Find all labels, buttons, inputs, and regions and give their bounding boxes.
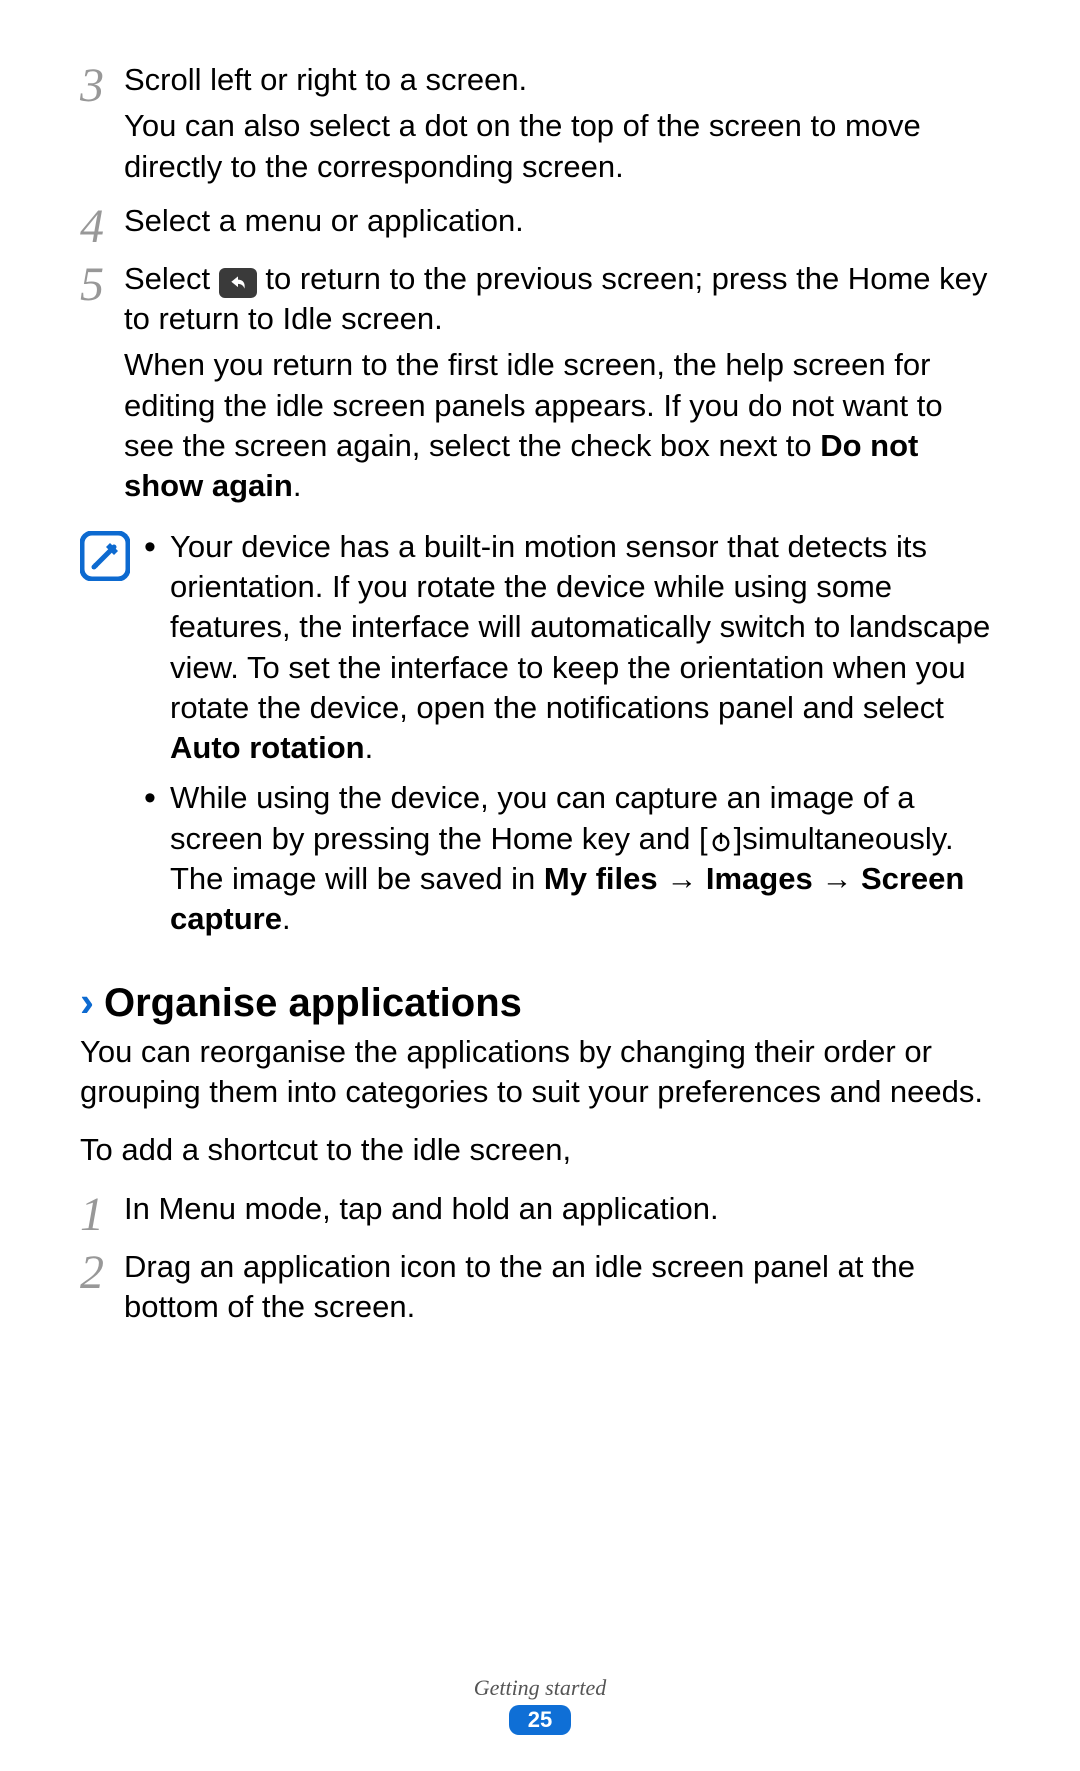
- chevron-icon: ›: [80, 978, 94, 1026]
- step-1b: 1 In Menu mode, tap and hold an applicat…: [80, 1189, 1000, 1239]
- step-text: When you return to the first idle screen…: [124, 345, 1000, 506]
- page-content: 3 Scroll left or right to a screen. You …: [0, 0, 1080, 1333]
- step-number: 4: [80, 201, 124, 251]
- section-header: › Organise applications: [80, 978, 1000, 1026]
- text-fragment: Your device has a built-in motion sensor…: [170, 529, 990, 725]
- step-number: 5: [80, 259, 124, 309]
- text-fragment: .: [293, 468, 302, 503]
- step-body: Select to return to the previous screen;…: [124, 259, 1000, 513]
- step-5: 5 Select to return to the previous scree…: [80, 259, 1000, 513]
- note-item: While using the device, you can capture …: [144, 778, 1000, 939]
- page-footer: Getting started 25: [0, 1675, 1080, 1735]
- step-text: Select to return to the previous screen;…: [124, 259, 1000, 340]
- bold-text: My files: [544, 861, 658, 896]
- step-3: 3 Scroll left or right to a screen. You …: [80, 60, 1000, 193]
- note-block: Your device has a built-in motion sensor…: [80, 527, 1000, 950]
- step-4: 4 Select a menu or application.: [80, 201, 1000, 251]
- footer-section-label: Getting started: [0, 1675, 1080, 1701]
- power-icon: [708, 829, 734, 855]
- arrow-icon: →: [813, 861, 861, 896]
- step-text: In Menu mode, tap and hold an applicatio…: [124, 1189, 1000, 1229]
- step-body: In Menu mode, tap and hold an applicatio…: [124, 1189, 1000, 1235]
- back-icon: [219, 268, 257, 298]
- arrow-icon: →: [658, 861, 706, 896]
- text-fragment: .: [282, 901, 291, 936]
- step-body: Drag an application icon to the an idle …: [124, 1247, 1000, 1334]
- text-fragment: .: [365, 730, 374, 765]
- text-fragment: Select: [124, 261, 219, 296]
- section-title: Organise applications: [104, 981, 522, 1026]
- step-text: Scroll left or right to a screen.: [124, 60, 1000, 100]
- step-text: Select a menu or application.: [124, 201, 1000, 241]
- step-body: Select a menu or application.: [124, 201, 1000, 247]
- step-number: 1: [80, 1189, 124, 1239]
- note-item: Your device has a built-in motion sensor…: [144, 527, 1000, 769]
- section-intro: You can reorganise the applications by c…: [80, 1032, 1000, 1113]
- bold-text: Images: [706, 861, 813, 896]
- step-text: You can also select a dot on the top of …: [124, 106, 1000, 187]
- page-number-badge: 25: [509, 1705, 571, 1735]
- section-lead: To add a shortcut to the idle screen,: [80, 1130, 1000, 1170]
- note-list: Your device has a built-in motion sensor…: [144, 527, 1000, 950]
- step-body: Scroll left or right to a screen. You ca…: [124, 60, 1000, 193]
- bold-text: Auto rotation: [170, 730, 365, 765]
- note-icon: [80, 531, 130, 581]
- step-number: 3: [80, 60, 124, 110]
- step-text: Drag an application icon to the an idle …: [124, 1247, 1000, 1328]
- step-2b: 2 Drag an application icon to the an idl…: [80, 1247, 1000, 1334]
- step-number: 2: [80, 1247, 124, 1297]
